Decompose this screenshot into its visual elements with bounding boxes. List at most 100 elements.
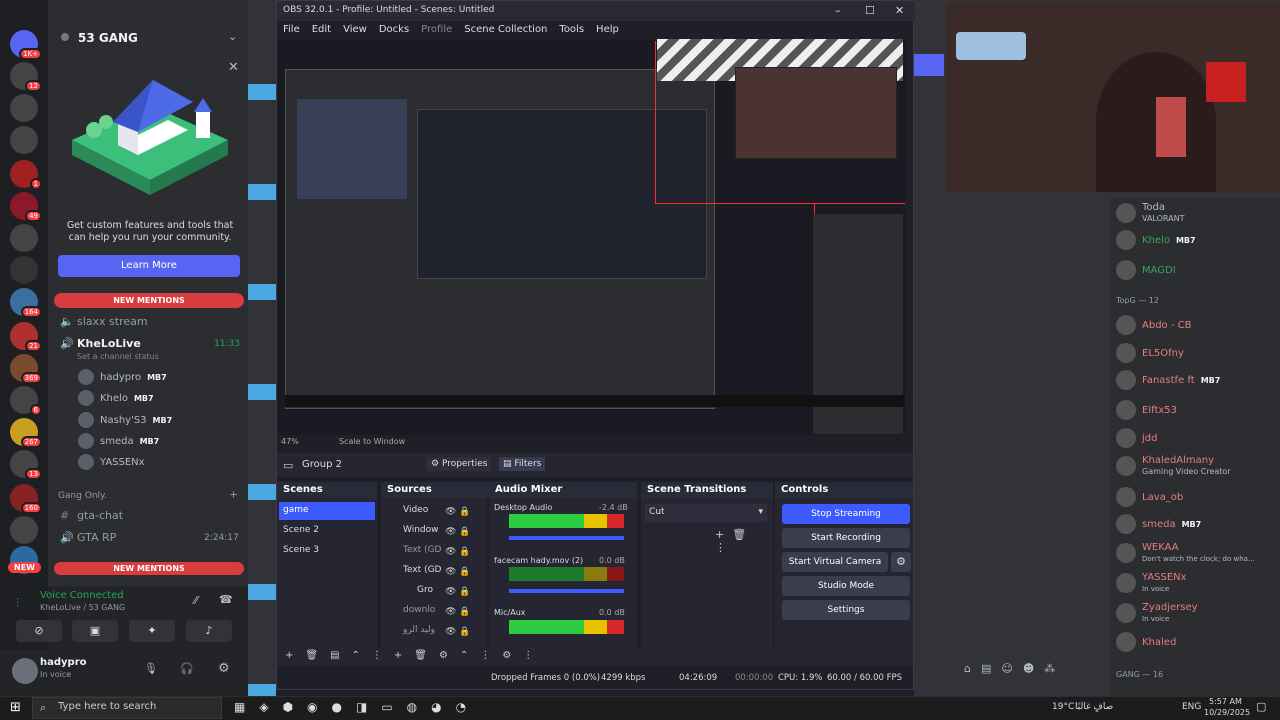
plus-icon[interactable]: + [229,488,238,501]
member[interactable]: Abdo - CB [1116,315,1191,335]
avatar[interactable] [12,658,38,684]
toolbar-icons[interactable]: ⌂▤☺☻⁂ [964,662,1065,675]
menu-edit[interactable]: Edit [312,24,331,36]
server-icon[interactable]: 49 [10,192,42,222]
settings-button[interactable]: Settings [782,600,910,620]
new-mentions-banner[interactable]: NEW MENTIONS [54,293,244,308]
member[interactable]: Lava_ob [1116,487,1183,507]
member[interactable]: EL5Ofny [1116,343,1184,363]
member[interactable]: jdd [1116,428,1157,448]
new-mentions-banner[interactable]: NEW MENTIONS [54,562,244,575]
source-item[interactable]: Video [403,505,428,515]
scene-item[interactable]: Scene 3 [283,545,319,555]
screen-share-button[interactable]: ▣ [72,620,118,642]
chevron-down-icon[interactable]: ⌄ [228,30,237,43]
transition-select[interactable]: Cut ▾ [645,504,767,522]
stop-streaming-button[interactable]: Stop Streaming [782,504,910,524]
source-item[interactable]: Gro [417,585,433,595]
noise-suppression-icon[interactable]: ⁄⁄ [194,594,198,607]
dock-toolbar[interactable]: +🗑▤⌃⋮+🗑⚙⌃⋮⚙⋮ [277,648,913,666]
obs-title-bar[interactable]: OBS 32.0.1 - Profile: Untitled - Scenes:… [277,1,915,21]
windows-start-icon[interactable]: ⊞ [10,700,21,715]
taskbar-apps[interactable]: ▦◈⬢◉●◨▭◍◕◔ [234,700,480,714]
source-item[interactable]: وليد الرو [403,625,435,635]
learn-more-button[interactable]: Learn More [58,255,240,277]
member[interactable]: smeda MB7 [1116,514,1201,534]
notification-icon[interactable]: ▢ [1256,700,1266,713]
server-icon[interactable]: 1 [10,160,42,190]
category-gang-only[interactable]: Gang Only. [58,491,107,501]
headphones-icon[interactable]: 🎧 [180,662,194,675]
camera-off-button[interactable]: ⊘ [16,620,62,642]
menu-profile[interactable]: Profile [421,24,452,36]
server-icon[interactable] [10,224,38,252]
server-icon[interactable] [10,256,38,284]
member[interactable]: Toda VALORANT [1116,202,1184,224]
source-item[interactable]: Text (GD [403,565,441,575]
volume-slider[interactable] [509,589,624,593]
server-icon[interactable]: 160 [10,484,42,514]
member[interactable]: WEKAA Don't watch the clock; do wha... [1116,542,1255,564]
member[interactable]: YASSENx In voice [1116,572,1187,594]
member[interactable]: Khaled [1116,632,1176,652]
weather-temp[interactable]: 19°C [1052,702,1074,712]
member[interactable]: Fanastfe ft MB7 [1116,370,1220,390]
server-icon[interactable]: 12 [10,62,42,92]
microphone-icon[interactable]: 🎙 [144,662,158,675]
server-name[interactable]: 53 GANG [78,31,138,45]
member[interactable]: Zyadjersey In voice [1116,602,1198,624]
disconnect-icon[interactable]: ☎ [219,593,233,606]
menu-docks[interactable]: Docks [379,24,409,36]
start-virtual-camera-button[interactable]: Start Virtual Camera [782,552,888,572]
server-icon[interactable]: 369 [10,354,42,384]
new-badge[interactable]: NEW [8,562,41,573]
studio-mode-button[interactable]: Studio Mode [782,576,910,596]
zoom-level[interactable]: 47% [281,437,299,446]
source-item[interactable]: Window [403,525,439,535]
server-icon[interactable]: 21 [10,322,42,352]
menu-view[interactable]: View [343,24,367,36]
discord-home-icon[interactable]: 1K+ [10,30,42,60]
properties-button[interactable]: ⚙ Properties [427,457,492,471]
visibility-icons[interactable]: 👁 🔒 👁 🔒 👁 🔒 👁 🔒 👁 🔒 👁 🔒 👁 🔒 [445,502,471,642]
source-item[interactable]: Text (GD [403,545,441,555]
maximize-icon[interactable]: ☐ [865,4,875,17]
menu-file[interactable]: File [283,24,300,36]
voice-member[interactable]: YASSENx [78,454,145,470]
clock-time[interactable]: 5:57 AM [1209,697,1242,706]
volume-slider[interactable] [509,536,624,540]
filters-button[interactable]: ▤ Filters [499,457,546,471]
obs-preview[interactable] [277,39,905,435]
language-indicator[interactable]: ENG [1182,702,1201,712]
voice-member[interactable]: Nashy'S3 MB7 [78,412,172,428]
close-icon[interactable]: ✕ [895,4,904,17]
text-channel-gta-chat[interactable]: gta-chat [77,509,123,522]
server-icon[interactable]: 267 [10,418,42,448]
activities-button[interactable]: ✦ [129,620,175,642]
server-icon[interactable]: 6 [10,386,42,416]
voice-member[interactable]: smeda MB7 [78,433,159,449]
server-icon[interactable] [10,94,38,122]
voice-channel-gta-rp[interactable]: GTA RP [77,531,116,544]
member[interactable]: KhaledAlmany Gaming Video Creator [1116,455,1231,477]
server-icon[interactable] [10,126,38,154]
voice-connected-status[interactable]: Voice Connected [40,590,124,601]
menu-scene-collection[interactable]: Scene Collection [464,24,547,36]
voice-member[interactable]: Khelo MB7 [78,390,154,406]
scene-item[interactable]: Scene 2 [283,525,319,535]
scale-mode[interactable]: Scale to Window [339,437,405,446]
source-item[interactable]: downlo [403,605,435,615]
server-icon[interactable]: 13 [10,450,42,480]
channel-status[interactable]: Set a channel status [77,352,159,361]
member[interactable]: Elftx53 [1116,400,1177,420]
member[interactable]: Khelo MB7 [1116,230,1196,250]
voice-member[interactable]: hadypro MB7 [78,369,167,385]
server-icon[interactable]: 164 [10,288,42,318]
scene-item[interactable]: game [279,502,375,520]
voice-channel-khelolive[interactable]: KheLoLive [77,337,141,350]
soundboard-button[interactable]: ♪ [186,620,232,642]
voice-channel-slaxx[interactable]: slaxx stream [77,315,148,328]
gear-icon[interactable]: ⚙ [891,552,911,572]
gear-icon[interactable]: ⚙ [218,661,230,676]
transition-actions[interactable]: +🗑⋮ [715,528,773,554]
